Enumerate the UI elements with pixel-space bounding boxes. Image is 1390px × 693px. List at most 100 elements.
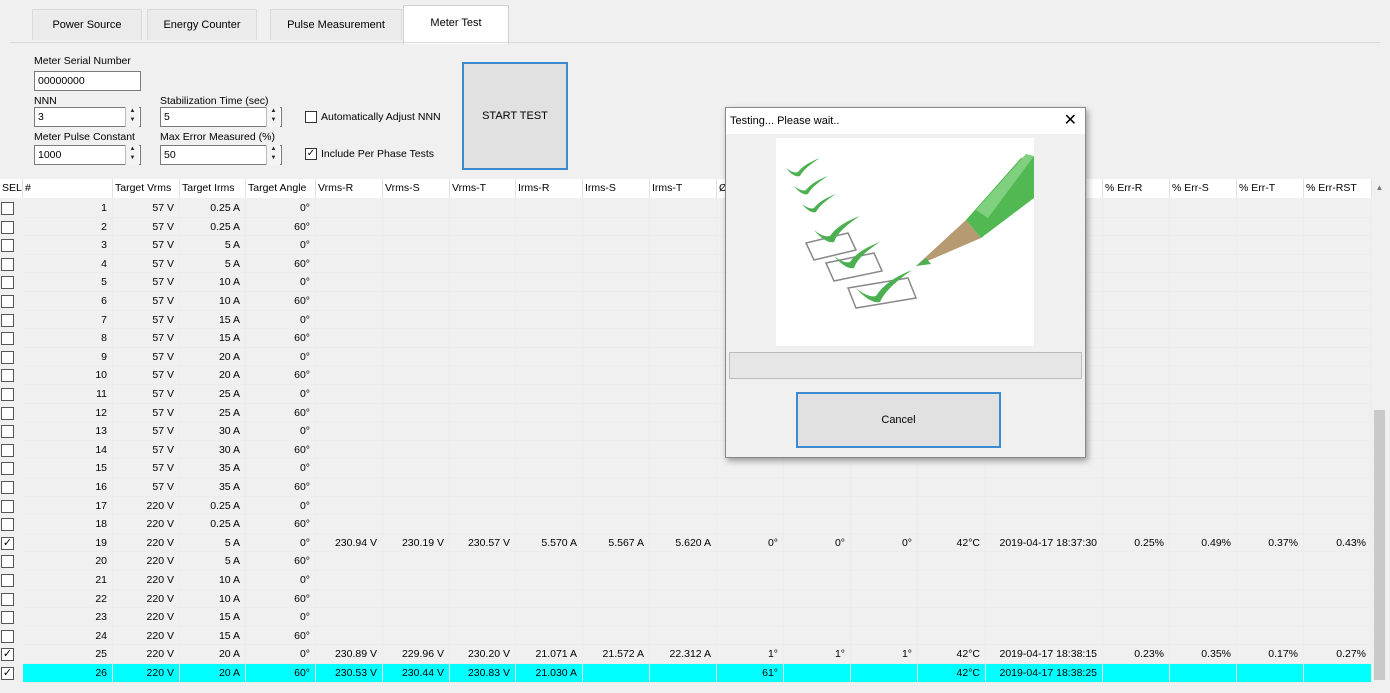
row-select-checkbox[interactable]: ✓ xyxy=(1,667,14,680)
vertical-scrollbar[interactable]: ▲ xyxy=(1372,180,1387,690)
table-cell xyxy=(650,478,717,497)
table-row[interactable]: 17 220 V 0.25 A 0° xyxy=(1,496,1373,516)
row-select-checkbox[interactable] xyxy=(1,518,14,532)
row-select-checkbox[interactable] xyxy=(1,276,14,290)
table-row[interactable]: 18 220 V 0.25 A 60° xyxy=(1,515,1373,534)
table-row[interactable]: ✓ 19 220 V5 A 0° 230.94 V 230.19 V 230.57 V 5.5… xyxy=(1,533,1373,553)
column-header[interactable]: Irms-T xyxy=(650,179,717,198)
max-error-field[interactable]: 50 xyxy=(160,145,282,165)
row-select-checkbox[interactable] xyxy=(1,220,14,234)
column-header[interactable]: # xyxy=(23,179,113,198)
column-header[interactable]: % Err-S xyxy=(1170,179,1237,198)
table-row[interactable]: 15 57 V 35 A 0° xyxy=(1,459,1373,478)
table-row[interactable]: ✓ 26 220 V 20 A 60° 230.53 V 230.44 V 230.83 V2… xyxy=(1,664,1373,683)
tab-meter-test[interactable]: Meter Test xyxy=(403,5,509,44)
table-cell xyxy=(516,292,583,311)
stabilization-field[interactable]: 5 xyxy=(160,107,282,127)
start-test-button[interactable]: START TEST xyxy=(462,62,568,170)
table-row[interactable]: 14 57 V 30 A 60° xyxy=(1,440,1373,460)
column-header[interactable]: % Err-RST xyxy=(1304,179,1372,198)
column-header[interactable]: Vrms-S xyxy=(383,179,450,198)
column-header[interactable]: Vrms-T xyxy=(450,179,516,198)
scroll-thumb[interactable] xyxy=(1374,410,1385,680)
row-select-checkbox[interactable] xyxy=(1,574,14,587)
row-select-checkbox[interactable]: ✓ xyxy=(1,536,14,550)
tab-power-source[interactable]: Power Source xyxy=(32,9,142,40)
table-row[interactable]: 9 57 V 20 A 0° xyxy=(1,347,1373,367)
column-header[interactable]: Target Irms xyxy=(180,179,246,198)
table-row[interactable]: 12 57 V 25 A 60° xyxy=(1,403,1373,423)
table-row[interactable]: 10 57 V 20 A 60° xyxy=(1,366,1373,385)
auto-adjust-checkbox[interactable] xyxy=(305,111,317,123)
table-cell: 60° xyxy=(246,478,316,497)
table-cell xyxy=(851,589,918,609)
table-cell xyxy=(583,552,650,571)
table-cell xyxy=(1237,440,1304,460)
table-row[interactable]: 4 57 V5 A 60° xyxy=(1,254,1373,274)
row-select-checkbox[interactable] xyxy=(1,555,14,569)
column-header[interactable]: Target Vrms xyxy=(113,179,180,198)
table-row[interactable]: 22 220 V 10 A 60° xyxy=(1,589,1373,609)
row-select-checkbox[interactable] xyxy=(1,239,14,253)
table-row[interactable]: 3 57 V5 A 0° xyxy=(1,236,1373,255)
max-error-spinner[interactable]: ▲ ▼ xyxy=(266,145,280,165)
table-row[interactable]: 11 57 V 25 A 0° xyxy=(1,385,1373,404)
nnn-spinner[interactable]: ▲ ▼ xyxy=(125,107,139,127)
column-header[interactable]: Vrms-R xyxy=(316,179,383,198)
stabilization-spinner[interactable]: ▲ ▼ xyxy=(266,107,280,127)
row-select-checkbox[interactable] xyxy=(1,611,14,625)
row-select-checkbox[interactable] xyxy=(1,629,14,643)
tab-pulse-measurement[interactable]: Pulse Measurement xyxy=(270,9,402,40)
table-row[interactable]: 23 220 V 15 A 0° xyxy=(1,608,1373,627)
row-select-checkbox[interactable] xyxy=(1,499,14,513)
column-header[interactable]: Target Angle xyxy=(246,179,316,198)
row-select-checkbox[interactable] xyxy=(1,443,14,457)
table-row[interactable]: 2 57 V 0.25 A 60° xyxy=(1,217,1373,237)
row-select-checkbox[interactable] xyxy=(1,462,14,476)
table-cell xyxy=(1103,422,1170,441)
row-select-checkbox[interactable] xyxy=(1,332,14,346)
table-cell xyxy=(717,626,784,646)
row-select-checkbox[interactable] xyxy=(1,295,14,308)
row-select-checkbox[interactable] xyxy=(1,350,14,364)
close-icon[interactable]: ✕ xyxy=(1064,109,1077,133)
table-cell xyxy=(784,664,851,683)
table-row[interactable]: 6 57 V 10 A 60° xyxy=(1,292,1373,311)
table-row[interactable]: 5 57 V 10 A 0° xyxy=(1,273,1373,292)
row-select-checkbox[interactable] xyxy=(1,369,14,383)
table-row[interactable]: 21 220 V 10 A 0° xyxy=(1,571,1373,590)
pulse-constant-spinner[interactable]: ▲ ▼ xyxy=(125,145,139,165)
column-header[interactable]: % Err-T xyxy=(1237,179,1304,198)
row-select-checkbox[interactable]: ✓ xyxy=(1,648,14,662)
row-select-checkbox[interactable] xyxy=(1,202,14,215)
table-row[interactable]: 16 57 V 35 A 60° xyxy=(1,478,1373,497)
table-row[interactable]: 13 57 V 30 A 0° xyxy=(1,422,1373,441)
table-row[interactable]: 7 57 V 15 A 0° xyxy=(1,310,1373,330)
serial-number-field[interactable]: 00000000 xyxy=(34,71,141,91)
row-select-checkbox[interactable] xyxy=(1,425,14,439)
table-cell: 10 xyxy=(23,366,113,385)
per-phase-checkbox[interactable]: ✓ xyxy=(305,148,317,160)
row-select-checkbox[interactable] xyxy=(1,388,14,401)
table-row[interactable]: 20 220 V5 A 60° xyxy=(1,552,1373,571)
row-select-checkbox[interactable] xyxy=(1,406,14,420)
table-cell xyxy=(1103,403,1170,423)
table-cell xyxy=(918,608,986,627)
row-select-checkbox[interactable] xyxy=(1,257,14,271)
column-header[interactable]: SEL xyxy=(0,179,23,198)
row-select-checkbox[interactable] xyxy=(1,481,14,494)
cancel-button[interactable]: Cancel xyxy=(796,392,1001,448)
table-row[interactable]: 1 57 V 0.25 A 0° xyxy=(1,199,1373,218)
tab-energy-counter[interactable]: Energy Counter xyxy=(147,9,257,40)
column-header[interactable]: Irms-R xyxy=(516,179,583,198)
table-row[interactable]: ✓ 25 220 V 20 A 0° 230.89 V 229.96 V 230.20 V 21… xyxy=(1,645,1373,664)
row-select-checkbox[interactable] xyxy=(1,313,14,327)
column-header[interactable]: % Err-R xyxy=(1103,179,1170,198)
scroll-up-icon[interactable]: ▲ xyxy=(1372,180,1387,195)
table-cell xyxy=(986,552,1103,571)
row-select-checkbox[interactable] xyxy=(1,592,14,606)
table-cell: 0° xyxy=(246,236,316,255)
table-row[interactable]: 24 220 V 15 A 60° xyxy=(1,626,1373,646)
table-row[interactable]: 8 57 V 15 A 60° xyxy=(1,329,1373,348)
column-header[interactable]: Irms-S xyxy=(583,179,650,198)
